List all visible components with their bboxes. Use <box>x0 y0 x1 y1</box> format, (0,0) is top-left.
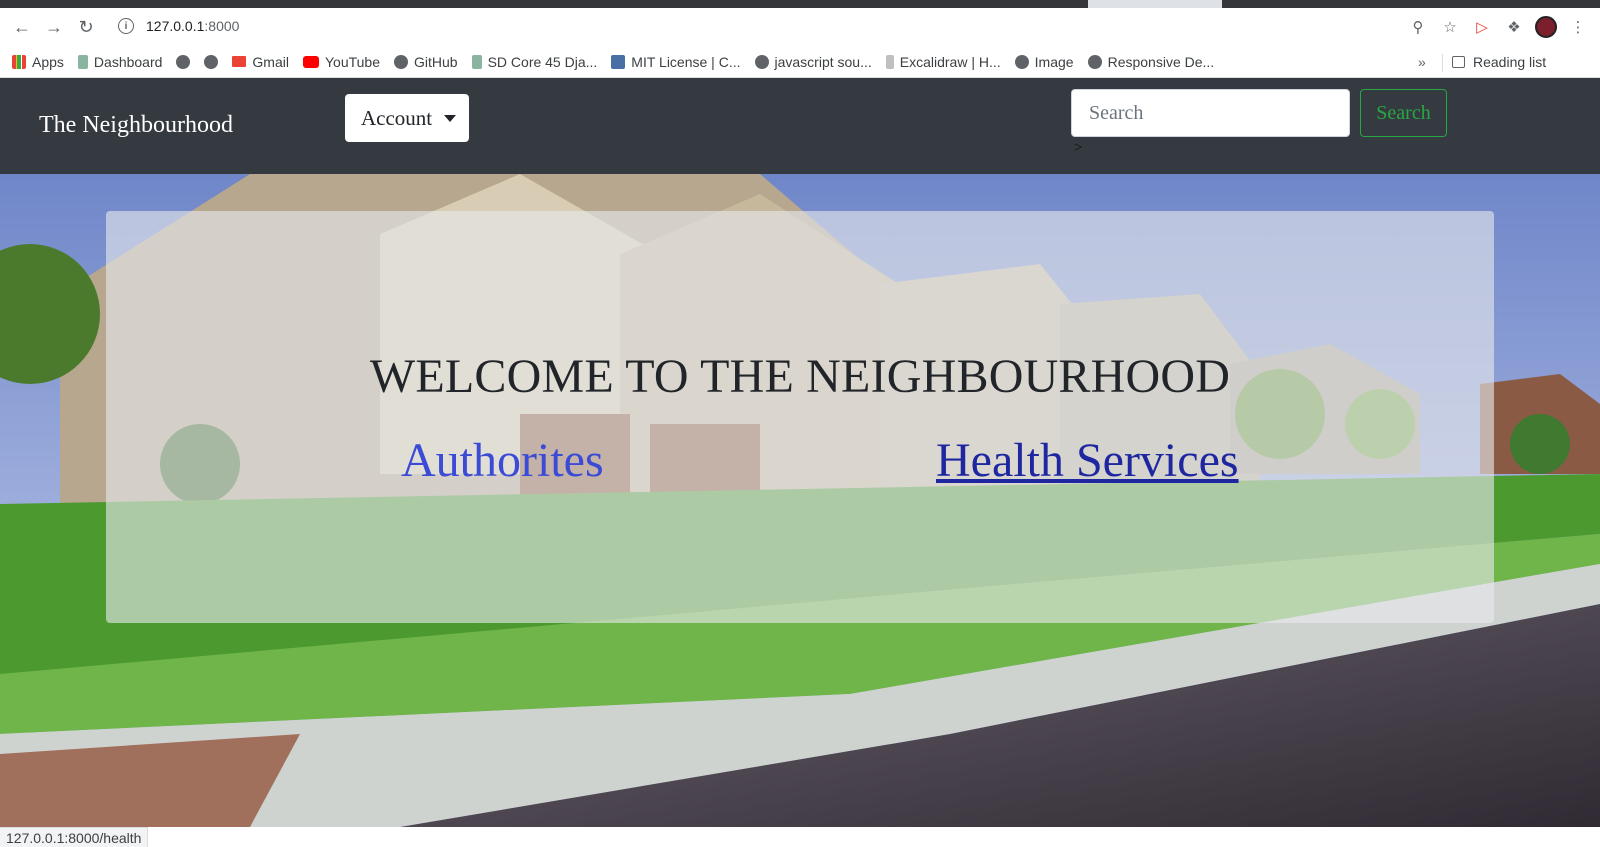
health-services-link[interactable]: Health Services <box>936 433 1239 488</box>
url-port: :8000 <box>204 18 240 34</box>
account-dropdown-button[interactable]: Account <box>345 94 469 142</box>
bookmark-item[interactable]: SD Core 45 Dja... <box>471 53 598 70</box>
bookmark-item[interactable] <box>176 54 191 69</box>
bookmark-item[interactable]: Responsive De... <box>1087 53 1215 70</box>
bookmark-item[interactable]: Gmail <box>232 54 289 70</box>
bookmark-label: Responsive De... <box>1107 53 1215 70</box>
bookmark-label: Excalidraw | H... <box>899 53 1001 70</box>
web-page: The Neighbourhood Account Search Search … <box>0 78 1600 827</box>
address-url: 127.0.0.1:8000 <box>146 18 239 34</box>
address-bar[interactable]: i 127.0.0.1:8000 <box>108 11 1448 41</box>
gmail-icon <box>232 56 247 67</box>
bookmark-label: MIT License | C... <box>631 53 741 70</box>
bookmark-item[interactable]: YouTube <box>302 53 380 70</box>
bookmark-item[interactable]: GitHub <box>394 54 458 70</box>
caret-down-icon <box>444 114 457 122</box>
avatar[interactable] <box>1534 15 1558 39</box>
bookmarks-bar: Apps Dashboard Gmail YouTube GitHub SD Core 4… <box>0 46 1600 78</box>
zoom-icon[interactable]: ⚲ <box>1406 15 1430 39</box>
search-input[interactable]: Search <box>1071 89 1350 137</box>
menu-kebab-icon[interactable]: ⋮ <box>1566 15 1590 39</box>
back-icon[interactable]: ← <box>6 11 38 43</box>
browser-toolbar: ← → ↻ i 127.0.0.1:8000 ⚲ ☆ ▷ ❖ ⋮ <box>0 8 1600 46</box>
account-label: Account <box>361 105 433 130</box>
github-icon <box>176 54 191 69</box>
bookmark-label: YouTube <box>324 53 380 70</box>
globe-icon <box>1087 54 1102 69</box>
globe-icon <box>204 54 219 69</box>
tab-group-dark <box>1222 0 1600 8</box>
bookmark-item[interactable]: MIT License | C... <box>611 53 741 70</box>
bookmark-item[interactable]: Excalidraw | H... <box>885 53 1001 70</box>
welcome-panel: WELCOME TO THE NEIGHBOURHOOD Authorites … <box>106 211 1494 623</box>
welcome-headline: WELCOME TO THE NEIGHBOURHOOD <box>369 350 1231 403</box>
extensions-puzzle-icon[interactable]: ❖ <box>1502 15 1526 39</box>
bookmark-label: GitHub <box>414 53 458 70</box>
mit-icon <box>611 54 626 69</box>
bookmark-item[interactable]: javascript sou... <box>754 53 872 70</box>
bookmark-label: SD Core 45 Dja... <box>487 53 598 70</box>
youtube-icon <box>302 55 319 68</box>
tab-group-dark <box>0 0 1088 8</box>
extension-red-icon[interactable]: ▷ <box>1470 15 1494 39</box>
bookmark-item[interactable]: Image <box>1014 53 1074 70</box>
search-button[interactable]: Search <box>1360 89 1447 137</box>
reading-list-button[interactable]: Reading list <box>1452 46 1546 78</box>
bookmark-item[interactable]: Dashboard <box>77 53 163 70</box>
reading-list-label: Reading list <box>1473 54 1547 70</box>
bookmarks-divider <box>1442 54 1443 72</box>
bookmark-item[interactable]: Apps <box>12 54 64 70</box>
excalidraw-icon <box>885 54 894 69</box>
site-navbar: The Neighbourhood Account Search Search … <box>0 78 1600 174</box>
github-icon <box>394 54 408 69</box>
bookmark-label: Apps <box>32 53 64 70</box>
apps-grid-icon <box>12 54 26 69</box>
search-placeholder: Search <box>1089 101 1144 124</box>
browser-tab-strip <box>0 0 1600 8</box>
url-host: 127.0.0.1 <box>146 18 205 34</box>
toolbar-actions: ⚲ ☆ ▷ ❖ ⋮ <box>1406 8 1600 46</box>
globe-icon <box>754 54 769 69</box>
reload-icon[interactable]: ↻ <box>70 11 102 43</box>
browser-status-url: 127.0.0.1:8000/health <box>0 827 149 847</box>
authorities-link[interactable]: Authorites <box>401 433 604 488</box>
bookmark-label: javascript sou... <box>774 53 872 70</box>
reading-list-icon <box>1452 56 1465 68</box>
more-bookmarks-button[interactable]: » <box>1418 46 1426 78</box>
leaf-icon <box>471 54 482 69</box>
site-brand[interactable]: The Neighbourhood <box>39 112 233 139</box>
hero-section: WELCOME TO THE NEIGHBOURHOOD Authorites … <box>0 174 1600 827</box>
bookmark-star-icon[interactable]: ☆ <box>1438 15 1462 39</box>
stray-text: > <box>1074 140 1083 156</box>
leaf-icon <box>77 54 88 69</box>
site-info-icon[interactable]: i <box>118 18 134 34</box>
forward-icon[interactable]: → <box>38 11 70 43</box>
bookmark-label: Gmail <box>252 53 289 70</box>
globe-icon <box>1014 54 1029 69</box>
bookmark-label: Dashboard <box>93 53 163 70</box>
bookmark-item[interactable] <box>204 54 219 69</box>
bookmark-label: Image <box>1034 53 1074 70</box>
